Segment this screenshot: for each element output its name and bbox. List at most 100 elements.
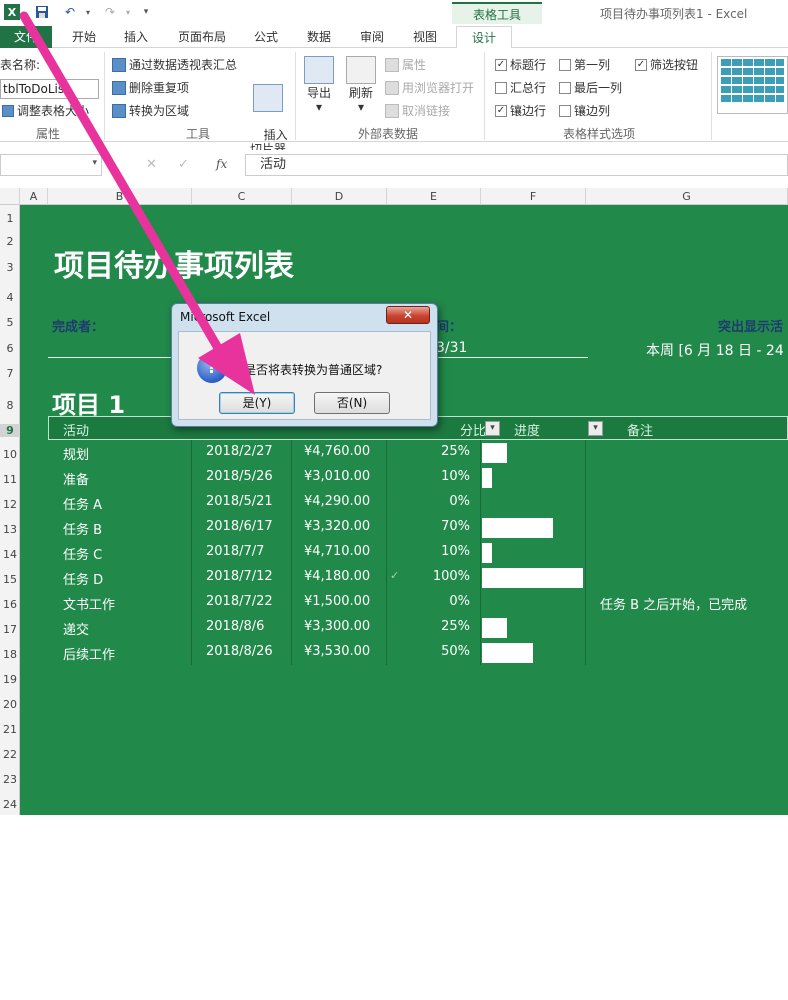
save-icon[interactable] bbox=[34, 4, 50, 20]
unlink-button[interactable]: 取消链接 bbox=[385, 102, 450, 119]
filter-button-checkbox[interactable]: ✓ 筛选按钮 bbox=[635, 56, 698, 73]
column-header[interactable]: B bbox=[48, 188, 192, 205]
no-button[interactable]: 否(N) bbox=[314, 392, 390, 414]
tab-design[interactable]: 设计 bbox=[456, 26, 512, 49]
banded-columns-checkbox[interactable]: 镶边列 bbox=[559, 102, 610, 119]
row-header[interactable]: 21 bbox=[0, 723, 20, 736]
row-header[interactable]: 24 bbox=[0, 798, 20, 811]
pivot-summary-button[interactable]: 通过数据透视表汇总 bbox=[112, 56, 237, 73]
style-swatch bbox=[721, 86, 784, 93]
tab-data[interactable]: 数据 bbox=[297, 26, 341, 48]
tab-file[interactable]: 文件 bbox=[0, 26, 52, 48]
resize-table-label: 调整表格大小 bbox=[17, 104, 90, 118]
banded-rows-label: 镶边行 bbox=[510, 104, 547, 118]
tab-insert[interactable]: 插入 bbox=[114, 26, 158, 48]
worksheet[interactable]: 项目待办事项列表 完成者： 间： 突出显示活 3/31 本周 [6 月 18 日… bbox=[20, 205, 788, 1000]
table-style-gallery[interactable] bbox=[717, 56, 788, 114]
undo-icon[interactable]: ↶ bbox=[62, 4, 78, 20]
tab-page-layout[interactable]: 页面布局 bbox=[170, 26, 234, 48]
export-button[interactable]: 导出 ▾ bbox=[302, 56, 336, 114]
convert-to-range-label: 转换为区域 bbox=[129, 104, 190, 118]
header-activity: 活动 bbox=[63, 424, 90, 439]
row-header[interactable]: 23 bbox=[0, 773, 20, 786]
row-header[interactable]: 13 bbox=[0, 523, 20, 536]
refresh-icon bbox=[346, 56, 376, 84]
column-header[interactable]: A bbox=[20, 188, 48, 205]
column-header[interactable]: D bbox=[292, 188, 387, 205]
row-header[interactable]: 4 bbox=[0, 291, 20, 304]
redo-icon[interactable]: ↷ bbox=[102, 4, 118, 20]
cell-cost: ¥4,710.00 bbox=[304, 544, 371, 559]
tab-home[interactable]: 开始 bbox=[62, 26, 106, 48]
header-row-checkbox[interactable]: ✓ 标题行 bbox=[495, 56, 546, 73]
cell-cost: ¥4,760.00 bbox=[304, 444, 371, 459]
header-row-label: 标题行 bbox=[510, 58, 547, 72]
banded-rows-checkbox[interactable]: ✓ 镶边行 bbox=[495, 102, 546, 119]
dialog-body: ? 是否将表转换为普通区域? 是(Y) 否(N) bbox=[178, 331, 431, 420]
resize-table-button[interactable]: 调整表格大小 bbox=[2, 102, 89, 119]
header-percent: 分比 bbox=[460, 424, 487, 439]
total-row-checkbox[interactable]: 汇总行 bbox=[495, 79, 546, 96]
row-header[interactable]: 20 bbox=[0, 698, 20, 711]
tab-review[interactable]: 审阅 bbox=[350, 26, 394, 48]
filter-dropdown-icon[interactable]: ▾ bbox=[588, 421, 603, 436]
table-name-input[interactable]: tblToDoList bbox=[0, 79, 99, 99]
tab-formulas[interactable]: 公式 bbox=[244, 26, 288, 48]
row-headers: 1 2 3 4 5 6 7 8 9 10 11 12 13 14 15 16 1… bbox=[0, 205, 20, 815]
row-header[interactable]: 5 bbox=[0, 316, 20, 329]
row-header[interactable]: 15 bbox=[0, 573, 20, 586]
insert-function-icon[interactable]: fx bbox=[216, 157, 227, 171]
row-header[interactable]: 12 bbox=[0, 498, 20, 511]
date-value: 3/31 bbox=[436, 340, 468, 356]
column-header[interactable]: C bbox=[192, 188, 292, 205]
select-all-corner[interactable] bbox=[0, 188, 20, 205]
cell-cost: ¥3,300.00 bbox=[304, 619, 371, 634]
yes-button[interactable]: 是(Y) bbox=[219, 392, 295, 414]
title-bar: X ↶ ▾ ↷ ▾ ▾ 表格工具 项目待办事项列表1 - Excel bbox=[0, 0, 788, 26]
row-header[interactable]: 9 bbox=[0, 424, 20, 437]
formula-input[interactable]: 活动 bbox=[245, 154, 788, 176]
confirm-entry-icon[interactable]: ✓ bbox=[178, 157, 189, 172]
export-label: 导出 bbox=[306, 86, 331, 100]
column-header[interactable]: E bbox=[387, 188, 481, 205]
progress-bar bbox=[482, 468, 492, 488]
convert-to-range-button[interactable]: 转换为区域 bbox=[112, 102, 189, 119]
customize-qat-icon[interactable]: ▾ bbox=[138, 4, 154, 20]
cancel-entry-icon[interactable]: ✕ bbox=[146, 157, 157, 172]
tab-view[interactable]: 视图 bbox=[403, 26, 447, 48]
name-box[interactable]: ▾ bbox=[0, 154, 102, 176]
row-header[interactable]: 3 bbox=[0, 261, 20, 274]
row-header[interactable]: 2 bbox=[0, 235, 20, 248]
cell-date: 2018/5/21 bbox=[206, 494, 273, 509]
row-header[interactable]: 11 bbox=[0, 473, 20, 486]
row-header[interactable]: 17 bbox=[0, 623, 20, 636]
first-column-checkbox[interactable]: 第一列 bbox=[559, 56, 610, 73]
cell-date: 2018/6/17 bbox=[206, 519, 273, 534]
refresh-button[interactable]: 刷新 ▾ bbox=[344, 56, 378, 114]
row-header[interactable]: 10 bbox=[0, 448, 20, 461]
name-box-dropdown-icon[interactable]: ▾ bbox=[92, 158, 97, 168]
redo-dropdown-icon[interactable]: ▾ bbox=[120, 4, 136, 20]
refresh-label: 刷新 bbox=[348, 86, 373, 100]
row-header[interactable]: 16 bbox=[0, 598, 20, 611]
row-header[interactable]: 6 bbox=[0, 342, 20, 355]
remove-duplicates-button[interactable]: 删除重复项 bbox=[112, 79, 189, 96]
properties-button[interactable]: 属性 bbox=[385, 56, 426, 73]
row-header[interactable]: 22 bbox=[0, 748, 20, 761]
header-progress: 进度 bbox=[514, 424, 541, 439]
open-in-browser-button[interactable]: 用浏览器打开 bbox=[385, 79, 474, 96]
row-header[interactable]: 18 bbox=[0, 648, 20, 661]
column-header[interactable]: F bbox=[481, 188, 586, 205]
column-divider bbox=[191, 440, 192, 665]
baidu-watermark: Bai du 经验 bbox=[576, 950, 742, 983]
row-header[interactable]: 1 bbox=[0, 212, 20, 225]
row-header[interactable]: 19 bbox=[0, 673, 20, 686]
filter-dropdown-icon[interactable]: ▾ bbox=[485, 421, 500, 436]
last-column-checkbox[interactable]: 最后一列 bbox=[559, 79, 622, 96]
column-header[interactable]: G bbox=[586, 188, 788, 205]
dialog-close-button[interactable]: ✕ bbox=[386, 306, 430, 324]
row-header[interactable]: 14 bbox=[0, 548, 20, 561]
undo-dropdown-icon[interactable]: ▾ bbox=[80, 4, 96, 20]
row-header[interactable]: 8 bbox=[0, 399, 20, 412]
row-header[interactable]: 7 bbox=[0, 367, 20, 380]
